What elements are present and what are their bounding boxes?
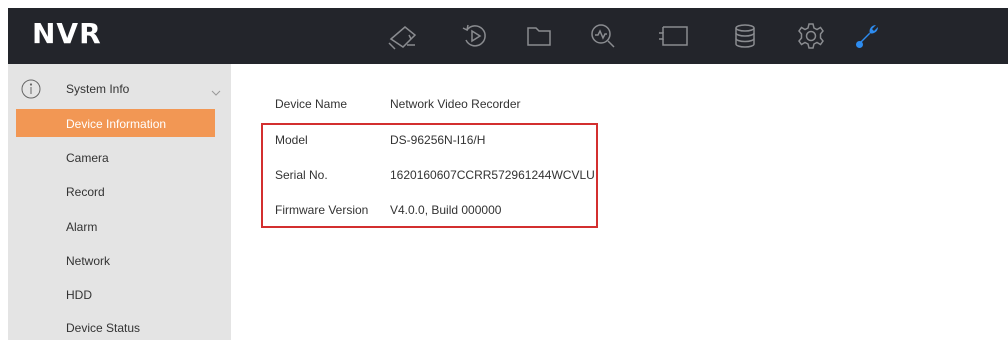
sidebar-item-camera[interactable]: Camera: [16, 143, 215, 171]
info-icon: [20, 78, 42, 105]
device-name-value: Network Video Recorder: [390, 97, 521, 111]
file-icon[interactable]: [519, 8, 559, 64]
top-navigation-bar: NVR: [8, 8, 1008, 64]
storage-icon[interactable]: [725, 8, 765, 64]
sidebar-item-label: Camera: [66, 151, 109, 165]
picture-icon[interactable]: [653, 8, 693, 64]
sidebar-item-label: Device Information: [66, 117, 167, 131]
sidebar-item-alarm[interactable]: Alarm: [16, 212, 215, 240]
sidebar-item-record[interactable]: Record: [16, 177, 215, 205]
sidebar-item-label: Alarm: [66, 220, 98, 234]
maintenance-icon[interactable]: [848, 8, 888, 64]
playback-icon[interactable]: [455, 8, 495, 64]
search-icon[interactable]: [583, 8, 623, 64]
settings-icon[interactable]: [791, 8, 831, 64]
sidebar-item-device-status[interactable]: Device Status: [16, 313, 215, 341]
nvr-logo: NVR: [32, 17, 102, 50]
sidebar-item-device-information[interactable]: Device Information: [16, 109, 215, 137]
chevron-down-icon[interactable]: [211, 84, 221, 102]
sidebar-item-label: HDD: [66, 288, 92, 302]
sidebar-item-label: Network: [66, 254, 111, 268]
sidebar-item-hdd[interactable]: HDD: [16, 280, 215, 308]
device-name-label: Device Name: [275, 97, 348, 111]
live-view-icon[interactable]: [383, 8, 423, 64]
sidebar-group-system-info[interactable]: System Info: [8, 73, 231, 103]
sidebar-item-label: Device Status: [66, 321, 141, 335]
highlight-box: [261, 123, 598, 228]
sidebar-group-label: System Info: [66, 82, 130, 96]
sidebar-item-network[interactable]: Network: [16, 246, 215, 274]
sidebar-item-label: Record: [66, 185, 105, 199]
